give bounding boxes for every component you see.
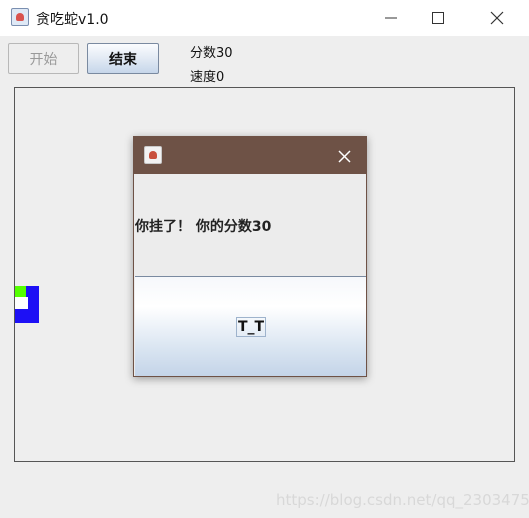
- window-title: 贪吃蛇v1.0: [36, 12, 109, 28]
- start-button[interactable]: 开始: [8, 43, 79, 74]
- snake-body-gap: [15, 297, 28, 309]
- game-over-dialog: 你挂了！ 你的分数30 T_T: [133, 136, 367, 377]
- java-app-icon: [144, 146, 162, 164]
- maximize-button[interactable]: [415, 0, 461, 36]
- confirm-button[interactable]: T_T: [135, 276, 366, 376]
- dialog-title-bar: [134, 137, 366, 174]
- watermark: https://blog.csdn.net/qq_23034755: [276, 491, 529, 509]
- snake-head: [15, 286, 26, 297]
- close-icon[interactable]: [334, 146, 354, 166]
- score-label: 分数30: [190, 46, 233, 61]
- end-button[interactable]: 结束: [87, 43, 159, 74]
- title-bar: 贪吃蛇v1.0: [0, 0, 529, 36]
- minimize-button[interactable]: [368, 0, 414, 36]
- maximize-icon: [432, 12, 444, 24]
- close-button[interactable]: [474, 0, 520, 36]
- java-app-icon: [11, 8, 29, 26]
- close-icon: [490, 11, 504, 25]
- dialog-message: 你挂了！ 你的分数30: [135, 219, 272, 235]
- confirm-button-label: T_T: [236, 317, 267, 337]
- minimize-icon: [385, 17, 397, 19]
- speed-label: 速度0: [190, 70, 225, 85]
